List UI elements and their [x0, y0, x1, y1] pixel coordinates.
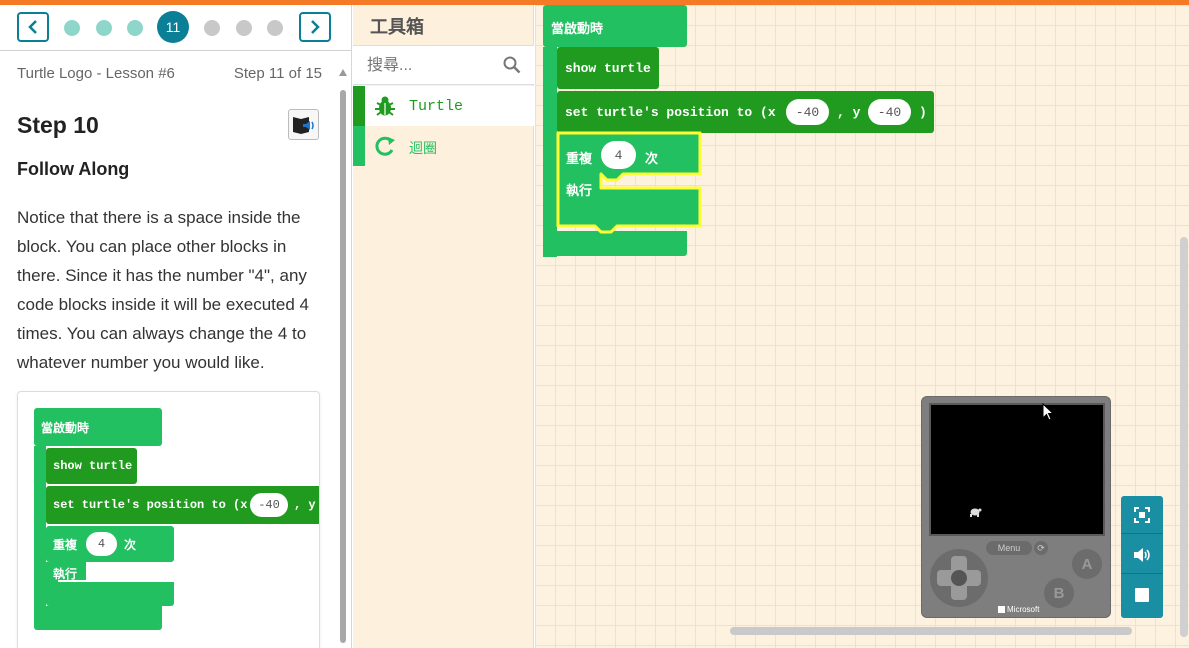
category-label: 迴圈 — [409, 141, 437, 157]
blocks-workspace[interactable]: 當啟動時 show turtle set turtle's position t… — [535, 5, 1189, 648]
repeat-label: 重複 — [566, 152, 593, 167]
microsoft-logo: Microsoft — [998, 605, 1039, 614]
category-label: Turtle — [409, 98, 464, 115]
blocks-preview-image: 當啟動時 show turtle set turtle's position t… — [17, 391, 320, 648]
set-position-label: set turtle's position to (x — [565, 105, 776, 120]
step-dot[interactable] — [96, 20, 112, 36]
category-color-bar — [353, 126, 365, 166]
mouse-cursor-icon — [1042, 403, 1054, 421]
read-aloud-icon — [292, 116, 314, 134]
workspace-horizontal-scrollbar[interactable] — [730, 627, 1132, 635]
previous-step-button[interactable] — [17, 12, 49, 42]
loop-icon — [375, 136, 395, 156]
preview-repeat-footer — [46, 582, 174, 606]
read-aloud-button[interactable] — [288, 109, 319, 140]
y-label: , y — [837, 105, 861, 120]
step-dot[interactable] — [64, 20, 80, 36]
sound-button[interactable] — [1121, 536, 1163, 574]
simulator-reset-icon[interactable]: ⟳ — [1034, 541, 1048, 555]
workspace-vertical-scrollbar[interactable] — [1180, 237, 1188, 637]
on-start-label: 當啟動時 — [551, 22, 604, 37]
repeat-count-input[interactable]: 4 — [601, 141, 636, 169]
scroll-up-arrow-icon[interactable] — [339, 69, 347, 76]
y-value-input[interactable]: -40 — [868, 99, 911, 125]
lesson-title: Turtle Logo - Lesson #6 — [17, 65, 175, 82]
preview-repeat-block: 重複 4 次 — [46, 526, 174, 562]
preview-show-turtle-block: show turtle — [46, 448, 137, 484]
sound-icon — [1134, 547, 1150, 562]
current-step-dot[interactable]: 11 — [157, 11, 189, 43]
step-counter: Step 11 of 15 — [233, 65, 322, 82]
category-color-bar — [353, 86, 365, 126]
turtle-sprite-icon — [970, 508, 982, 517]
set-position-block[interactable]: set turtle's position to (x -40 , y -40 … — [557, 91, 934, 133]
simulator-toolbar — [1121, 496, 1163, 618]
step-subtitle: Follow Along — [17, 159, 130, 179]
search-icon[interactable] — [503, 56, 521, 74]
step-navigator: 11 — [0, 5, 351, 51]
toolbox-category-turtle[interactable]: Turtle — [353, 86, 534, 126]
scroll-thumb[interactable] — [340, 90, 346, 643]
step-body: Notice that there is a space inside the … — [17, 208, 309, 372]
preview-on-start-block: 當啟動時 — [34, 408, 162, 446]
step-dot[interactable] — [204, 20, 220, 36]
step-dot[interactable] — [236, 20, 252, 36]
simulator-button-b[interactable]: B — [1044, 578, 1074, 608]
fullscreen-button[interactable] — [1121, 496, 1163, 534]
toolbox-category-loops[interactable]: 迴圈 — [353, 126, 534, 166]
chevron-right-icon — [311, 20, 320, 34]
times-label: 次 — [645, 152, 659, 167]
game-simulator[interactable]: Menu ⟳ A B Microsoft — [921, 396, 1111, 618]
tutorial-panel: 11 Turtle Logo - Lesson #6 Step 11 of 15… — [0, 5, 352, 648]
preview-repeat-body: 執行 — [46, 562, 86, 581]
step-title: Step 10 — [17, 112, 99, 138]
on-start-block[interactable]: 當啟動時 — [543, 5, 687, 47]
tutorial-scrollbar[interactable] — [337, 67, 349, 648]
close-paren: ) — [919, 105, 927, 120]
simulator-screen[interactable] — [929, 403, 1105, 536]
step-dot[interactable] — [267, 20, 283, 36]
toolbox-title: 工具箱 — [370, 17, 424, 37]
show-turtle-block[interactable]: show turtle — [557, 47, 659, 89]
bug-icon — [375, 96, 395, 116]
do-label: 執行 — [566, 184, 593, 199]
toolbox-search[interactable] — [353, 45, 534, 85]
toolbox: 工具箱 Turtle 迴圈 — [353, 5, 534, 648]
fullscreen-icon — [1134, 506, 1150, 523]
next-step-button[interactable] — [299, 12, 331, 42]
stop-button[interactable] — [1121, 576, 1163, 614]
step-dot[interactable] — [127, 20, 143, 36]
preview-on-start-body — [34, 446, 46, 606]
chevron-left-icon — [28, 20, 37, 34]
toolbox-search-input[interactable] — [367, 55, 497, 77]
show-turtle-label: show turtle — [565, 61, 651, 76]
dpad-icon[interactable] — [929, 548, 989, 608]
stop-icon — [1135, 588, 1149, 602]
x-value-input[interactable]: -40 — [786, 99, 829, 125]
preview-set-position-block: set turtle's position to (x -40 , y — [46, 486, 319, 524]
preview-on-start-footer — [34, 606, 162, 630]
simulator-menu-button[interactable]: Menu — [986, 541, 1032, 555]
simulator-button-a[interactable]: A — [1072, 549, 1102, 579]
